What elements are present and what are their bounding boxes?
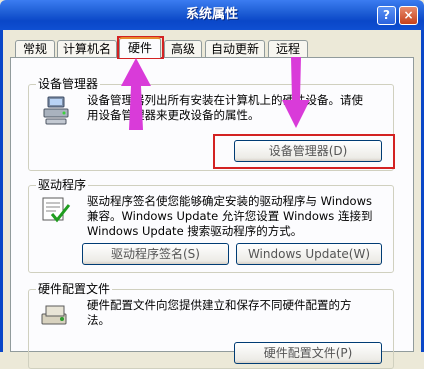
device-manager-group-title: 设备管理器 [36, 77, 101, 91]
tab-hardware[interactable]: 硬件 [119, 37, 161, 58]
driver-description-line3: Windows Update 搜索驱动程序的方式。 [87, 224, 303, 238]
driver-description-line1: 驱动程序签名使您能够确定安装的驱动程序与 Windows [87, 194, 372, 208]
tab-computer-name[interactable]: 计算机名 [57, 40, 117, 57]
tab-general[interactable]: 常规 [15, 40, 55, 57]
device-manager-description-line2: 用设备管理器来更改设备的属性。 [87, 108, 260, 122]
driver-signing-button[interactable]: 驱动程序签名(S) [82, 243, 229, 265]
help-button[interactable]: ? [377, 6, 396, 25]
hardware-profiles-group-title: 硬件配置文件 [36, 282, 113, 296]
driver-signing-icon [40, 196, 72, 224]
window-title: 系统属性 [185, 7, 238, 22]
close-button[interactable]: × [399, 6, 418, 25]
device-manager-icon [40, 95, 72, 127]
driver-group-title: 驱动程序 [36, 178, 89, 192]
hardware-tab-pointer-arrow [118, 56, 154, 132]
hardware-profiles-description-line1: 硬件配置文件向您提供建立和保存不同硬件配置的方 [87, 298, 352, 312]
tab-automatic-updates[interactable]: 自动更新 [205, 40, 265, 57]
hardware-profiles-icon [40, 300, 72, 328]
device-manager-highlight-box [213, 134, 395, 169]
hardware-profiles-button[interactable]: 硬件配置文件(P) [234, 342, 382, 364]
tab-advanced[interactable]: 高级 [164, 40, 202, 57]
device-manager-pointer-arrow [280, 55, 312, 130]
hardware-profiles-description-line2: 法。 [87, 313, 110, 327]
windows-update-button[interactable]: Windows Update(W) [236, 243, 382, 265]
driver-description-line2: 兼容。Windows Update 允许您设置 Windows 连接到 [87, 209, 373, 223]
